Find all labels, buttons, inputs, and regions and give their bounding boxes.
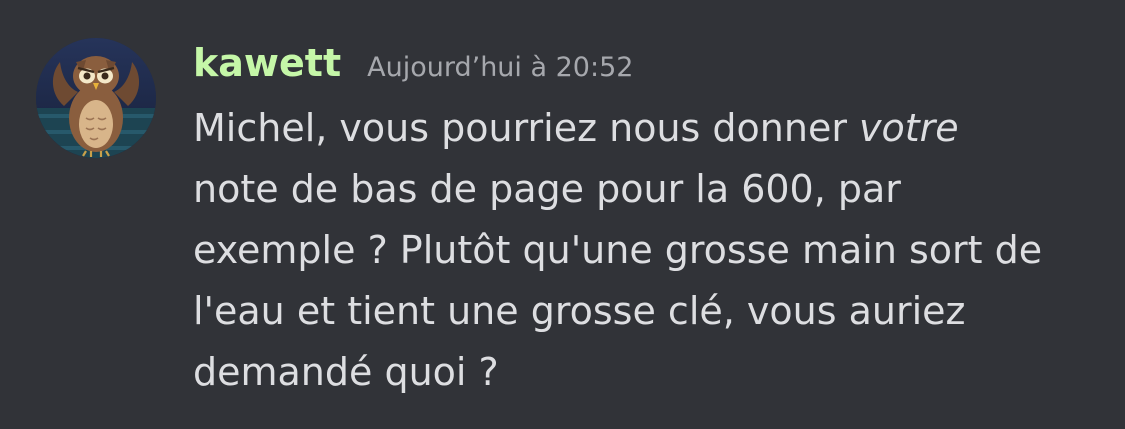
owl-avatar-icon[interactable] <box>36 38 156 158</box>
message-text: Michel, vous pourriez nous donner <box>193 106 860 150</box>
timestamp[interactable]: Aujourd’hui à 20:52 <box>367 45 633 91</box>
message-header: kawett Aujourd’hui à 20:52 <box>193 40 633 90</box>
message-line: l'eau et tient une grosse clé, vous auri… <box>193 289 966 333</box>
message-content: Michel, vous pourriez nous donner votre … <box>193 98 1103 403</box>
message-line: demandé quoi ? <box>193 350 499 394</box>
message-line: exemple ? Plutôt qu'une grosse main sort… <box>193 228 1043 272</box>
emphasized-text: votre <box>859 106 959 150</box>
chat-message: kawett Aujourd’hui à 20:52 Michel, vous … <box>0 0 1125 429</box>
username[interactable]: kawett <box>193 40 341 86</box>
message-line: note de bas de page pour la 600, par <box>193 167 901 211</box>
message-line: Michel, vous pourriez nous donner votre <box>193 98 1103 159</box>
